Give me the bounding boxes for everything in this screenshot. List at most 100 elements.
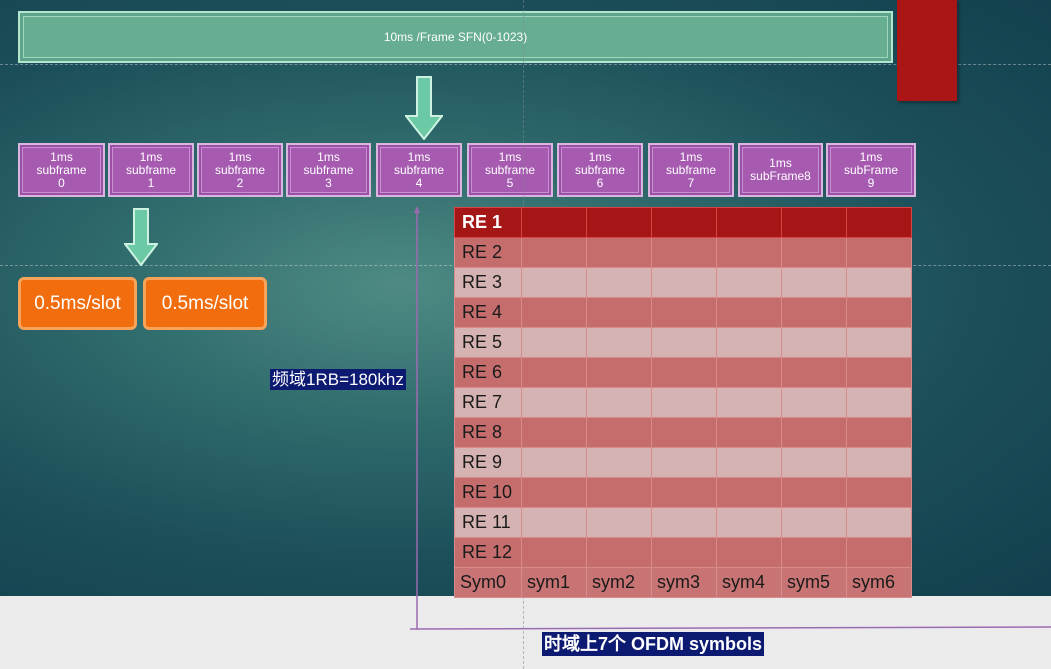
grid-cell[interactable]: [781, 477, 847, 508]
symbol-label: sym2: [586, 567, 652, 598]
re-label: RE 3: [454, 267, 522, 298]
re-row: RE 5: [454, 327, 912, 358]
re-label: RE 12: [454, 537, 522, 568]
re-label: RE 7: [454, 387, 522, 418]
symbol-label: sym5: [781, 567, 847, 598]
grid-cell[interactable]: [716, 327, 782, 358]
grid-cell[interactable]: [651, 267, 717, 298]
re-row: RE 4: [454, 297, 912, 328]
grid-cell[interactable]: [586, 207, 652, 238]
grid-cell[interactable]: [586, 357, 652, 388]
grid-cell[interactable]: [781, 357, 847, 388]
re-row: RE 2: [454, 237, 912, 268]
grid-cell[interactable]: [651, 297, 717, 328]
grid-cell[interactable]: [716, 477, 782, 508]
re-label: RE 6: [454, 357, 522, 388]
grid-cell[interactable]: [781, 237, 847, 268]
re-label: RE 5: [454, 327, 522, 358]
grid-cell[interactable]: [586, 297, 652, 328]
grid-cell[interactable]: [521, 537, 587, 568]
grid-cell[interactable]: [716, 537, 782, 568]
grid-cell[interactable]: [781, 207, 847, 238]
grid-cell[interactable]: [846, 507, 912, 538]
re-row: RE 10: [454, 477, 912, 508]
grid-cell[interactable]: [716, 207, 782, 238]
grid-cell[interactable]: [716, 237, 782, 268]
re-label: RE 2: [454, 237, 522, 268]
re-label: RE 1: [454, 207, 522, 238]
grid-cell[interactable]: [651, 387, 717, 418]
grid-cell[interactable]: [781, 327, 847, 358]
grid-cell[interactable]: [651, 417, 717, 448]
grid-cell[interactable]: [586, 537, 652, 568]
re-label: RE 10: [454, 477, 522, 508]
grid-cell[interactable]: [521, 477, 587, 508]
grid-cell[interactable]: [846, 387, 912, 418]
grid-cell[interactable]: [716, 507, 782, 538]
grid-cell[interactable]: [846, 297, 912, 328]
grid-cell[interactable]: [716, 417, 782, 448]
grid-cell[interactable]: [521, 387, 587, 418]
grid-cell[interactable]: [586, 267, 652, 298]
grid-cell[interactable]: [846, 207, 912, 238]
grid-cell[interactable]: [846, 537, 912, 568]
resource-grid: RE 1 RE 2 RE 3 RE 4 RE 5 RE 6 RE 7 RE 8 …: [454, 207, 912, 598]
time-axis-label: 时域上7个 OFDM symbols: [542, 632, 765, 656]
symbol-label: sym3: [651, 567, 717, 598]
grid-cell[interactable]: [781, 507, 847, 538]
grid-cell[interactable]: [846, 327, 912, 358]
re-row: RE 7: [454, 387, 912, 418]
grid-cell[interactable]: [651, 537, 717, 568]
symbol-row: Sym0 sym1 sym2 sym3 sym4 sym5 sym6: [454, 567, 912, 598]
grid-cell[interactable]: [521, 207, 587, 238]
grid-cell[interactable]: [521, 507, 587, 538]
symbol-label: sym1: [521, 567, 587, 598]
grid-cell[interactable]: [716, 267, 782, 298]
symbol-label: sym4: [716, 567, 782, 598]
grid-cell[interactable]: [846, 267, 912, 298]
symbol-label: Sym0: [454, 567, 522, 598]
grid-cell[interactable]: [846, 237, 912, 268]
grid-cell[interactable]: [521, 327, 587, 358]
frequency-axis-label: 频域1RB=180khz: [270, 369, 406, 390]
re-row: RE 9: [454, 447, 912, 478]
grid-cell[interactable]: [846, 417, 912, 448]
grid-cell[interactable]: [586, 417, 652, 448]
grid-cell[interactable]: [586, 447, 652, 478]
grid-cell[interactable]: [651, 207, 717, 238]
grid-cell[interactable]: [521, 297, 587, 328]
grid-cell[interactable]: [586, 327, 652, 358]
grid-cell[interactable]: [521, 357, 587, 388]
grid-cell[interactable]: [781, 267, 847, 298]
re-row: RE 6: [454, 357, 912, 388]
grid-cell[interactable]: [521, 267, 587, 298]
grid-cell[interactable]: [586, 387, 652, 418]
grid-cell[interactable]: [586, 237, 652, 268]
grid-cell[interactable]: [846, 357, 912, 388]
grid-cell[interactable]: [651, 447, 717, 478]
re-row: RE 11: [454, 507, 912, 538]
grid-cell[interactable]: [651, 507, 717, 538]
grid-cell[interactable]: [781, 447, 847, 478]
grid-cell[interactable]: [586, 507, 652, 538]
grid-cell[interactable]: [586, 477, 652, 508]
grid-cell[interactable]: [521, 237, 587, 268]
grid-cell[interactable]: [521, 417, 587, 448]
re-row: RE 1: [454, 207, 912, 238]
grid-cell[interactable]: [846, 447, 912, 478]
grid-cell[interactable]: [781, 387, 847, 418]
grid-cell[interactable]: [716, 387, 782, 418]
grid-cell[interactable]: [781, 417, 847, 448]
grid-cell[interactable]: [651, 477, 717, 508]
grid-cell[interactable]: [846, 477, 912, 508]
grid-cell[interactable]: [716, 447, 782, 478]
re-row: RE 12: [454, 537, 912, 568]
grid-cell[interactable]: [781, 297, 847, 328]
grid-cell[interactable]: [716, 297, 782, 328]
grid-cell[interactable]: [781, 537, 847, 568]
grid-cell[interactable]: [651, 237, 717, 268]
grid-cell[interactable]: [651, 357, 717, 388]
grid-cell[interactable]: [521, 447, 587, 478]
grid-cell[interactable]: [651, 327, 717, 358]
grid-cell[interactable]: [716, 357, 782, 388]
